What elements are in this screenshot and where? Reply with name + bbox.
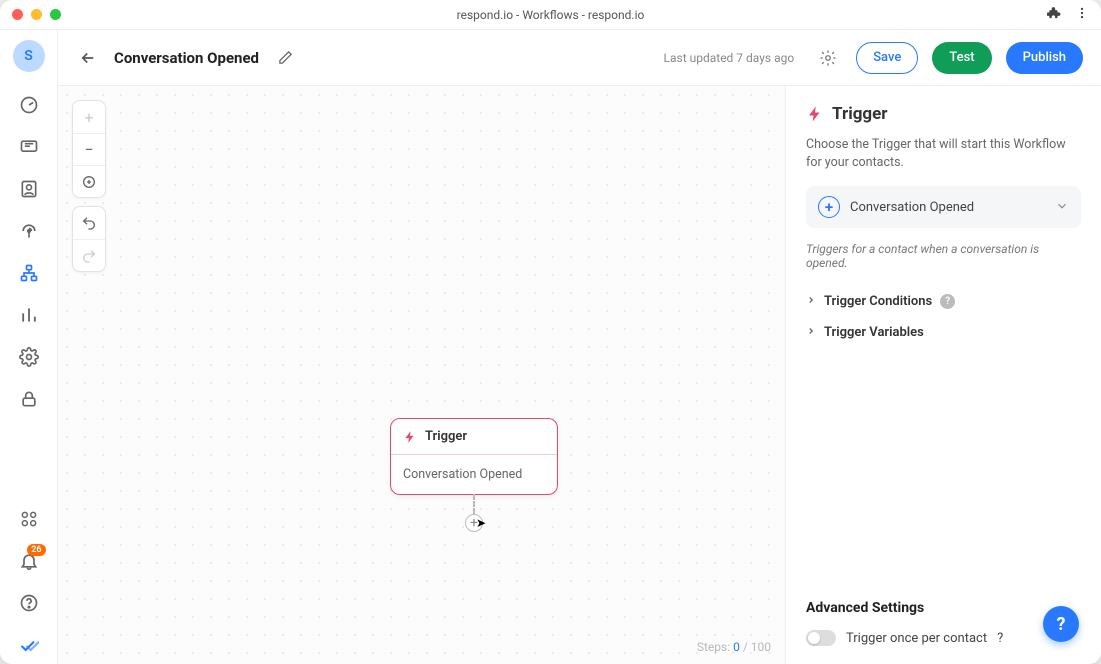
app-window: respond.io - Workflows - respond.io S	[0, 0, 1101, 664]
sidebar-item-dashboard[interactable]	[10, 86, 48, 124]
zoom-out-button[interactable]: −	[73, 133, 105, 165]
notification-badge: 26	[27, 544, 45, 556]
back-button[interactable]	[76, 46, 100, 70]
lightning-icon	[403, 430, 417, 444]
trigger-variables-label: Trigger Variables	[824, 325, 924, 340]
avatar[interactable]: S	[13, 40, 45, 72]
sidebar-item-notifications[interactable]: 26	[10, 542, 48, 580]
sidebar-item-messages[interactable]	[10, 128, 48, 166]
properties-panel: Trigger Choose the Trigger that will sta…	[785, 86, 1101, 664]
panel-title: Trigger	[806, 104, 1081, 124]
chevron-down-icon	[1055, 198, 1069, 217]
sidebar-item-workflows[interactable]	[10, 254, 48, 292]
plus-circle-icon: +	[818, 196, 840, 218]
advanced-settings-title: Advanced Settings	[806, 600, 1081, 616]
steps-counter: Steps: 0 / 100	[697, 640, 771, 654]
help-icon[interactable]: ?	[940, 294, 955, 309]
sidebar-item-checkmarks[interactable]	[10, 626, 48, 664]
sidebar-item-contacts[interactable]	[10, 170, 48, 208]
maximize-window-button[interactable]	[50, 9, 61, 20]
trigger-conditions-label: Trigger Conditions	[824, 294, 932, 309]
edit-title-button[interactable]	[273, 46, 297, 70]
trigger-select-label: Conversation Opened	[850, 200, 1045, 215]
trigger-select[interactable]: + Conversation Opened	[806, 186, 1081, 228]
canvas-tools: + −	[72, 100, 106, 272]
connector-line	[473, 494, 475, 514]
workflow-title: Conversation Opened	[114, 49, 259, 67]
workflow-settings-button[interactable]	[814, 44, 842, 72]
sidebar-item-help[interactable]	[10, 584, 48, 622]
trigger-variables-row[interactable]: Trigger Variables	[806, 317, 1081, 348]
trigger-once-row: Trigger once per contact ?	[806, 630, 1081, 646]
zoom-in-button[interactable]: +	[73, 101, 105, 133]
sidebar-item-broadcast[interactable]	[10, 212, 48, 250]
save-button[interactable]: Save	[856, 42, 918, 74]
trigger-node-body: Conversation Opened	[391, 455, 557, 494]
trigger-node-title: Trigger	[425, 429, 467, 444]
fit-view-button[interactable]	[73, 165, 105, 197]
last-updated-text: Last updated 7 days ago	[664, 51, 795, 65]
extension-icon[interactable]	[1047, 5, 1061, 24]
close-window-button[interactable]	[12, 9, 23, 20]
chevron-right-icon	[806, 294, 816, 309]
titlebar: respond.io - Workflows - respond.io	[0, 0, 1101, 30]
sidebar-item-settings[interactable]	[10, 338, 48, 376]
trigger-once-label: Trigger once per contact	[846, 631, 987, 646]
sidebar: S	[0, 30, 58, 664]
sidebar-item-reports[interactable]	[10, 296, 48, 334]
test-button[interactable]: Test	[932, 42, 991, 74]
help-fab-button[interactable]: ?	[1043, 606, 1079, 642]
minimize-window-button[interactable]	[31, 9, 42, 20]
sidebar-item-integrations[interactable]	[10, 500, 48, 538]
sidebar-item-security[interactable]	[10, 380, 48, 418]
chevron-right-icon	[806, 325, 816, 340]
trigger-hint: Triggers for a contact when a conversati…	[806, 242, 1081, 270]
kebab-menu-icon[interactable]	[1075, 5, 1089, 24]
main: Conversation Opened Last updated 7 days …	[58, 30, 1101, 664]
help-icon[interactable]: ?	[997, 631, 1003, 646]
add-step-button[interactable]: +	[465, 514, 483, 532]
publish-button[interactable]: Publish	[1006, 42, 1083, 74]
lightning-icon	[806, 105, 824, 123]
redo-button[interactable]	[73, 239, 105, 271]
undo-button[interactable]	[73, 207, 105, 239]
trigger-node[interactable]: Trigger Conversation Opened +	[390, 418, 558, 495]
window-controls	[12, 9, 61, 20]
trigger-node-header: Trigger	[391, 419, 557, 455]
workflow-canvas[interactable]: + −	[58, 86, 785, 664]
panel-description: Choose the Trigger that will start this …	[806, 136, 1081, 172]
window-title: respond.io - Workflows - respond.io	[0, 8, 1101, 22]
trigger-once-toggle[interactable]	[806, 630, 836, 646]
workflow-header: Conversation Opened Last updated 7 days …	[58, 30, 1101, 86]
avatar-initial: S	[24, 48, 33, 64]
trigger-conditions-row[interactable]: Trigger Conditions ?	[806, 286, 1081, 317]
